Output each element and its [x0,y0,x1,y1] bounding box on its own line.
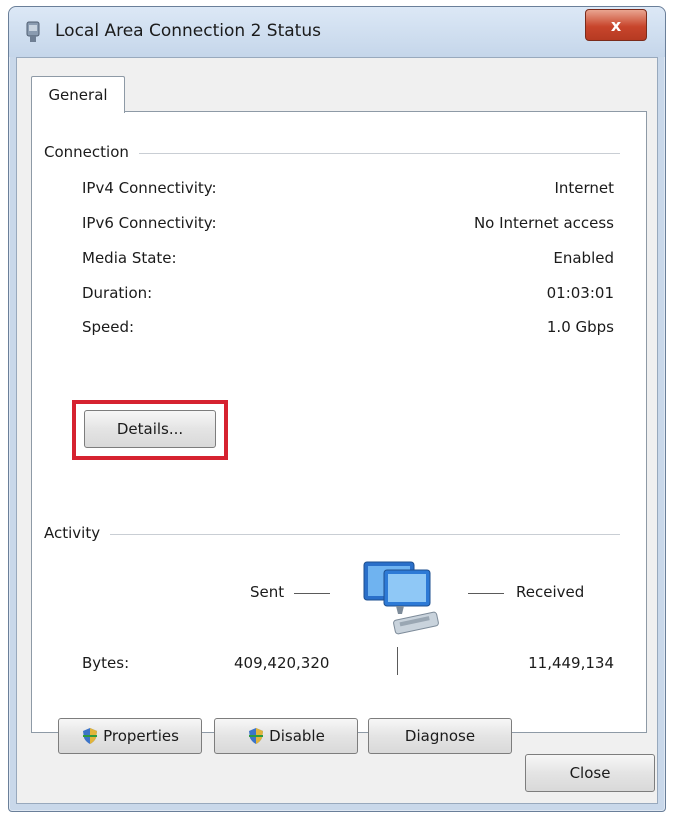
dialog-body: General Connection IPv4 Connectivity: In… [16,57,658,804]
sent-line [294,593,330,594]
close-window-button[interactable]: x [585,9,647,41]
ipv6-value: No Internet access [473,214,614,232]
general-tab-panel: Connection IPv4 Connectivity: Internet I… [31,111,647,754]
bytes-separator [397,647,398,675]
title-bar[interactable]: Local Area Connection 2 Status x [9,7,665,57]
close-button[interactable]: Close [525,754,655,792]
connection-heading: Connection [44,143,139,161]
network-adapter-icon [26,21,40,42]
sent-label: Sent [250,583,285,601]
media-state-value: Enabled [553,249,614,267]
media-state-label: Media State: [82,249,177,267]
window-title: Local Area Connection 2 Status [55,21,321,41]
bytes-sent-value: 409,420,320 [234,654,330,672]
ipv4-label: IPv4 Connectivity: [82,179,217,197]
uac-shield-icon [249,728,264,744]
duration-label: Duration: [82,284,153,302]
details-button[interactable]: Details... [84,410,216,448]
network-computers-icon [363,561,439,635]
activity-divider [44,534,620,535]
tab-general[interactable]: General [31,76,125,113]
diagnose-button[interactable]: Diagnose [368,718,512,754]
status-dialog: Local Area Connection 2 Status x General… [8,6,666,812]
speed-label: Speed: [82,318,135,336]
received-line [468,593,504,594]
properties-label: Properties [103,727,179,745]
bytes-label: Bytes: [82,654,130,672]
speed-value: 1.0 Gbps [546,318,614,336]
disable-label: Disable [269,727,325,745]
uac-shield-icon [83,728,98,744]
activity-heading: Activity [44,524,111,542]
properties-button[interactable]: Properties [58,718,202,754]
disable-button[interactable]: Disable [214,718,358,754]
ipv6-label: IPv6 Connectivity: [82,214,217,232]
duration-value: 01:03:01 [546,284,614,302]
received-label: Received [516,583,585,601]
bytes-received-value: 11,449,134 [528,654,614,672]
ipv4-value: Internet [554,179,614,197]
